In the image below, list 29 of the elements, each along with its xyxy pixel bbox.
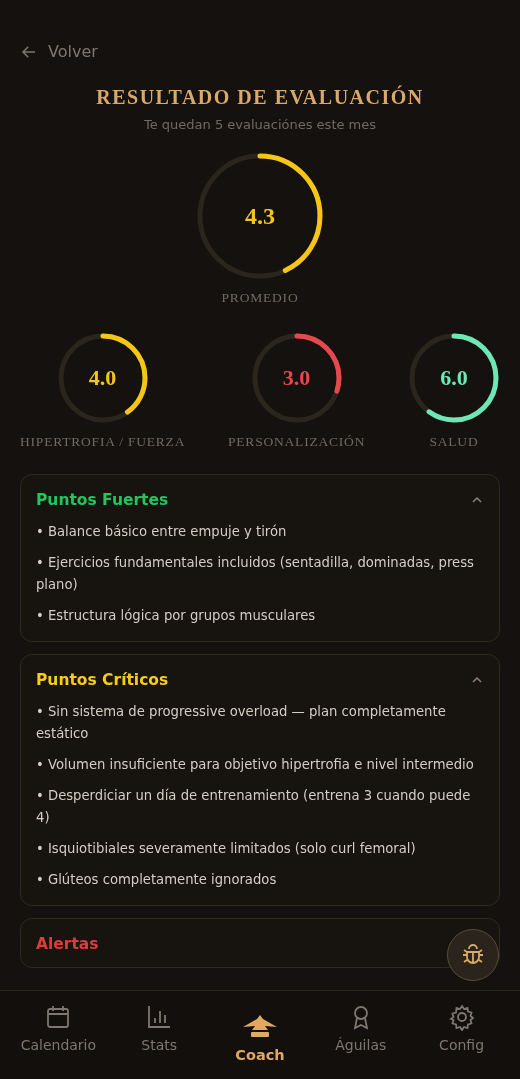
back-button[interactable]: Volver <box>20 42 98 61</box>
gauge-label: PERSONALIZACIÓN <box>227 434 366 450</box>
gauge-label: SALUD <box>429 434 479 450</box>
nav-tab[interactable]: Águilas <box>315 1003 406 1079</box>
nav-tab[interactable]: Config <box>416 1003 507 1079</box>
list-item: • Ejercicios fundamentales incluidos (sentadilla, dominadas, press plano) <box>36 554 475 594</box>
subtitle: Te quedan 5 evaluaciónes este mes <box>142 117 378 132</box>
list-item: • Balance básico entre empuje y tirón <box>36 523 288 541</box>
score-value: 6.0 <box>440 365 468 391</box>
gauge-label: PROMEDIO <box>221 290 299 306</box>
page-title: RESULTADO DE EVALUACIÓN <box>95 86 425 109</box>
list-item: • Isquiotibiales severamente limitados (solo curl femoral) <box>36 840 417 858</box>
bug-icon <box>461 943 485 967</box>
section-title: Puntos Fuertes <box>36 491 169 509</box>
list-item: • Volumen insuficiente para objetivo hipertrofia e nivel intermedio <box>36 756 475 774</box>
score-value: 4.0 <box>88 365 117 391</box>
nav-tab[interactable]: Stats <box>114 1003 205 1079</box>
list-item: • Sin sistema de progressive overload — plan completamente estático <box>36 703 447 743</box>
gauge-label: HIPERTROFIA / FUERZA <box>20 434 186 450</box>
list-item: • Desperdiciar un día de entrenamiento (entrena 3 cuando puede 4) <box>36 787 472 827</box>
score-value: 3.0 <box>282 365 311 391</box>
list-item: • Estructura lógica por grupos musculares <box>36 607 317 625</box>
settings-icon <box>447 1003 476 1031</box>
section-title: Puntos Críticos <box>36 671 169 689</box>
score-value: 4.3 <box>245 202 275 230</box>
section-title: Alertas <box>36 935 99 953</box>
list-item: • Glúteos completamente ignorados <box>36 871 278 889</box>
nav-tab[interactable]: Calendario <box>13 1003 104 1079</box>
nav-tab[interactable]: Coach <box>215 1003 305 1079</box>
